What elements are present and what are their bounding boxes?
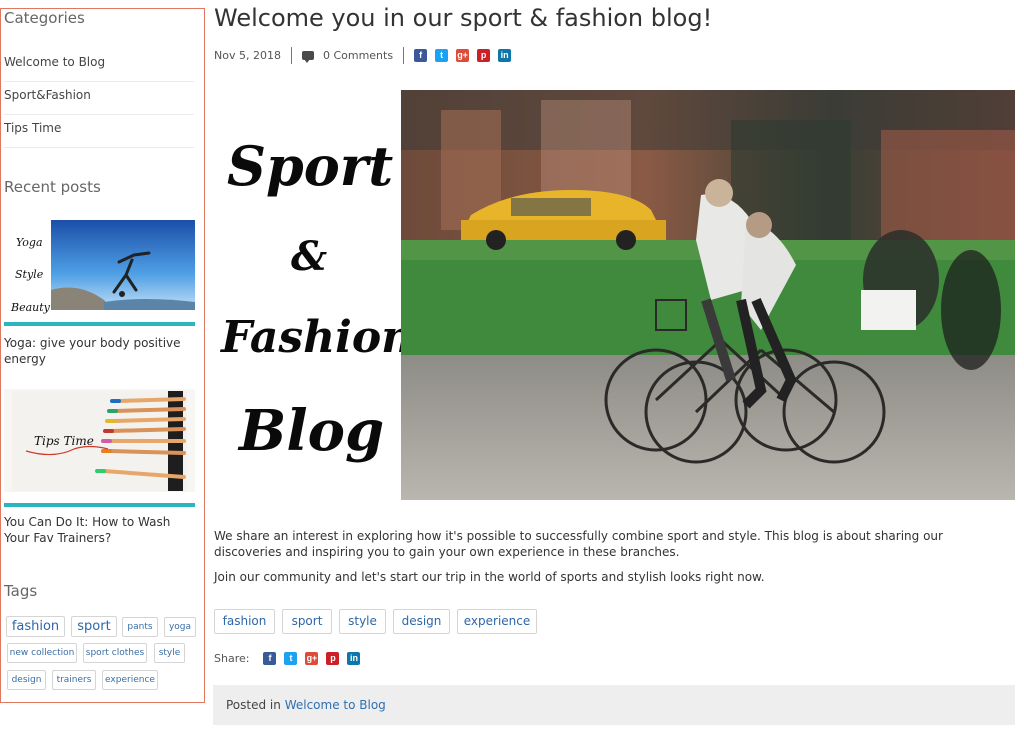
meta-divider	[290, 46, 292, 64]
post-tag-experience[interactable]: experience	[457, 609, 537, 634]
posted-in-bar: Posted in Welcome to Blog	[213, 685, 1015, 725]
tag-pants[interactable]: pants	[122, 617, 158, 637]
hero-word-fashion: Fashion	[219, 312, 401, 363]
hero-cyclists-photo	[401, 90, 1015, 500]
recent-post-title-trainers[interactable]: You Can Do It: How to Wash Your Fav Trai…	[4, 514, 194, 546]
google-plus-icon[interactable]: g+	[456, 48, 470, 62]
hero-word-sport: Sport	[227, 134, 393, 198]
share-social-icons: f t g+ p in	[263, 651, 361, 665]
recent-post-thumbnail-tips[interactable]: Tips Time	[4, 389, 195, 492]
post-tag-style[interactable]: style	[339, 609, 386, 634]
meta-social-icons: f t g+ p in	[414, 48, 512, 62]
tag-experience[interactable]: experience	[102, 670, 158, 690]
tag-style[interactable]: style	[154, 643, 185, 663]
twitter-icon[interactable]: t	[284, 651, 298, 665]
tag-yoga[interactable]: yoga	[164, 617, 196, 637]
post-tag-fashion[interactable]: fashion	[214, 609, 275, 634]
recent-post-title-yoga[interactable]: Yoga: give your body positive energy	[4, 335, 194, 367]
recent-post-thumbnail-yoga[interactable]: Yoga Style Beauty	[4, 220, 195, 323]
svg-text:Style: Style	[15, 268, 44, 281]
hero-image: Sport & Fashion Blog	[213, 90, 1015, 500]
svg-text:Beauty: Beauty	[10, 301, 51, 314]
recent-posts-heading: Recent posts	[4, 178, 101, 196]
post-title: Welcome you in our sport & fashion blog!	[214, 4, 713, 32]
share-label: Share:	[214, 651, 250, 665]
category-item-tips-time[interactable]: Tips Time	[4, 115, 194, 148]
tips-thumbnail-words: Tips Time	[34, 434, 94, 448]
category-item-welcome-to-blog[interactable]: Welcome to Blog	[4, 49, 194, 82]
post-tag-design[interactable]: design	[393, 609, 450, 634]
tag-design[interactable]: design	[7, 670, 46, 690]
posted-in-label: Posted in	[226, 698, 285, 712]
categories-list: Welcome to Blog Sport&Fashion Tips Time	[4, 49, 194, 148]
sidebar: Categories Welcome to Blog Sport&Fashion…	[0, 8, 205, 703]
categories-heading: Categories	[4, 9, 85, 27]
post-paragraph: We share an interest in exploring how it…	[214, 529, 943, 559]
share-bar: Share: f t g+ p in	[214, 650, 361, 666]
pinterest-icon[interactable]: p	[326, 651, 340, 665]
comments-count[interactable]: 0 Comments	[323, 49, 393, 62]
tag-sport[interactable]: sport	[71, 616, 117, 637]
recent-post-divider	[4, 503, 195, 507]
post-paragraph: Join our community and let's start our t…	[214, 570, 765, 584]
recent-post-divider	[4, 322, 195, 326]
meta-divider	[403, 46, 405, 64]
facebook-icon[interactable]: f	[414, 48, 428, 62]
linkedin-icon[interactable]: in	[498, 48, 512, 62]
post-tag-sport[interactable]: sport	[282, 609, 332, 634]
google-plus-icon[interactable]: g+	[305, 651, 319, 665]
tag-sport-clothes[interactable]: sport clothes	[83, 643, 147, 663]
hero-word-blog: Blog	[237, 398, 384, 464]
posted-in-category-link[interactable]: Welcome to Blog	[285, 698, 386, 712]
tag-trainers[interactable]: trainers	[52, 670, 96, 690]
pinterest-icon[interactable]: p	[477, 48, 491, 62]
category-item-sport-fashion[interactable]: Sport&Fashion	[4, 82, 194, 115]
hero-title-art: Sport & Fashion Blog	[213, 90, 413, 500]
post-meta: Nov 5, 2018 0 Comments f t g+ p in	[214, 45, 512, 65]
hero-word-amp: &	[291, 233, 327, 280]
post-date: Nov 5, 2018	[214, 48, 281, 62]
tag-new-collection[interactable]: new collection	[7, 643, 77, 663]
svg-text:Yoga: Yoga	[16, 236, 43, 249]
linkedin-icon[interactable]: in	[347, 651, 361, 665]
facebook-icon[interactable]: f	[263, 651, 277, 665]
comment-icon	[301, 50, 314, 63]
twitter-icon[interactable]: t	[435, 48, 449, 62]
post-content: Welcome you in our sport & fashion blog!…	[213, 0, 1015, 736]
tag-fashion[interactable]: fashion	[6, 616, 65, 637]
tags-heading: Tags	[4, 582, 38, 600]
